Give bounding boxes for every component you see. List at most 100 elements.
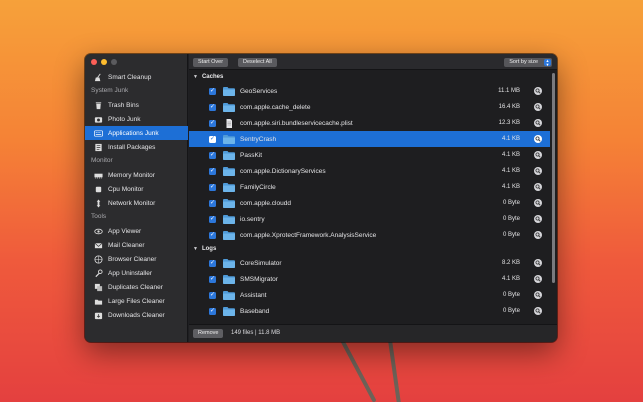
checkbox[interactable]: ✓ [209, 231, 216, 239]
item-name: Baseband [240, 307, 270, 315]
sidebar-item-label: Duplicates Cleaner [108, 283, 163, 291]
checkbox[interactable]: ✓ [209, 103, 216, 111]
sidebar-section-tools: Tools [91, 213, 107, 220]
checkbox[interactable]: ✓ [209, 119, 216, 127]
list-item[interactable]: ✓ com.apple.cloudd 0 Byte [189, 195, 550, 211]
selection-summary: 149 files | 11.8 MB [231, 330, 281, 336]
checkbox[interactable]: ✓ [209, 151, 216, 159]
item-name: com.apple.siri.bundleservicecache.plist [240, 119, 353, 127]
sidebar-section-system-junk: System Junk [91, 87, 129, 94]
sidebar-item-photo-junk[interactable]: Photo Junk [85, 112, 188, 126]
checkbox[interactable]: ✓ [209, 183, 216, 191]
close-window-button[interactable] [91, 59, 97, 65]
list-item[interactable]: ✓ com.apple.XprotectFramework.AnalysisSer… [189, 227, 550, 243]
list-item[interactable]: ✓ FamilyCircle 4.1 KB [189, 179, 550, 195]
reveal-in-finder-icon[interactable] [534, 307, 542, 315]
folder-icon [223, 230, 235, 240]
checkbox[interactable]: ✓ [209, 199, 216, 207]
sidebar-item-label: Browser Cleaner [108, 255, 157, 263]
reveal-in-finder-icon[interactable] [534, 167, 542, 175]
list-item[interactable]: ✓ Assistant 0 Byte [189, 287, 550, 303]
sidebar-item-applications-junk[interactable]: Applications Junk [85, 126, 188, 140]
disclosure-triangle-icon[interactable]: ▼ [193, 246, 198, 252]
sidebar-item-label: Smart Cleanup [108, 73, 152, 81]
reveal-in-finder-icon[interactable] [534, 231, 542, 239]
item-name: Assistant [240, 291, 267, 299]
reveal-in-finder-icon[interactable] [534, 135, 542, 143]
item-size: 4.1 KB [501, 152, 520, 158]
list-item[interactable]: ✓ GeoServices 11.1 MB [189, 83, 550, 99]
sidebar-item-duplicates-cleaner[interactable]: Duplicates Cleaner [85, 280, 188, 294]
folder-icon [223, 166, 235, 176]
scrollbar-thumb[interactable] [552, 73, 555, 283]
item-size: 4.1 KB [501, 276, 520, 282]
sidebar-item-app-viewer[interactable]: App Viewer [85, 224, 188, 238]
list-item[interactable]: ✓ com.apple.siri.bundleservicecache.plist… [189, 115, 550, 131]
sidebar-item-label: Install Packages [108, 143, 156, 151]
checkbox[interactable]: ✓ [209, 291, 216, 299]
zoom-window-button[interactable] [111, 59, 117, 65]
sidebar-item-browser-cleaner[interactable]: Browser Cleaner [85, 252, 188, 266]
folder-icon [223, 306, 235, 316]
sidebar-item-trash-bins[interactable]: Trash Bins [85, 98, 188, 112]
folder-icon [223, 150, 235, 160]
reveal-in-finder-icon[interactable] [534, 183, 542, 191]
sidebar-item-network-monitor[interactable]: Network Monitor [85, 196, 188, 210]
disclosure-triangle-icon[interactable]: ▼ [193, 74, 198, 80]
list-item[interactable]: ✓ Baseband 0 Byte [189, 303, 550, 319]
reveal-in-finder-icon[interactable] [534, 259, 542, 267]
reveal-in-finder-icon[interactable] [534, 119, 542, 127]
group-header-caches[interactable]: ▼ Caches [189, 71, 550, 83]
reveal-in-finder-icon[interactable] [534, 87, 542, 95]
sidebar-item-smart-cleanup[interactable]: Smart Cleanup [85, 70, 188, 84]
item-size: 0 Byte [502, 232, 520, 238]
item-size: 4.1 KB [501, 136, 520, 142]
sidebar-item-label: Downloads Cleaner [108, 311, 165, 319]
checkbox[interactable]: ✓ [209, 167, 216, 175]
scrollbar[interactable] [550, 71, 555, 324]
list-item[interactable]: ✓ io.sentry 0 Byte [189, 211, 550, 227]
checkbox[interactable]: ✓ [209, 215, 216, 223]
item-name: com.apple.cache_delete [240, 103, 311, 111]
checkbox[interactable]: ✓ [209, 307, 216, 315]
item-size: 0 Byte [502, 308, 520, 314]
checkbox[interactable]: ✓ [209, 275, 216, 283]
sidebar-item-install-packages[interactable]: Install Packages [85, 140, 188, 154]
reveal-in-finder-icon[interactable] [534, 151, 542, 159]
checkbox[interactable]: ✓ [209, 135, 216, 143]
sidebar-item-large-files-cleaner[interactable]: Large Files Cleaner [85, 294, 188, 308]
folder-icon [223, 102, 235, 112]
deselect-all-button[interactable]: Deselect All [238, 58, 277, 67]
reveal-in-finder-icon[interactable] [534, 275, 542, 283]
sidebar-item-label: Applications Junk [108, 129, 159, 137]
sort-arrows-icon: ▴ ▾ [544, 58, 551, 66]
list-item[interactable]: ✓ com.apple.cache_delete 16.4 KB [189, 99, 550, 115]
list-item[interactable]: ✓ PassKit 4.1 KB [189, 147, 550, 163]
browser-icon [94, 254, 103, 264]
sidebar-item-cpu-monitor[interactable]: Cpu Monitor [85, 182, 188, 196]
checkbox[interactable]: ✓ [209, 87, 216, 95]
sort-by-size-select[interactable]: Sort by size ▴ ▾ [504, 58, 552, 67]
reveal-in-finder-icon[interactable] [534, 291, 542, 299]
checkbox[interactable]: ✓ [209, 259, 216, 267]
reveal-in-finder-icon[interactable] [534, 199, 542, 207]
sidebar-item-mail-cleaner[interactable]: Mail Cleaner [85, 238, 188, 252]
list-item[interactable]: ✓ SMSMigrator 4.1 KB [189, 271, 550, 287]
list-item[interactable]: ✓ CoreSimulator 8.2 KB [189, 255, 550, 271]
item-size: 8.2 KB [501, 260, 520, 266]
reveal-in-finder-icon[interactable] [534, 215, 542, 223]
remove-button[interactable]: Remove [193, 329, 224, 338]
list-item[interactable]: ✓ SentryCrash 4.1 KB [189, 131, 550, 147]
sidebar-item-app-uninstaller[interactable]: App Uninstaller [85, 266, 188, 280]
start-over-button[interactable]: Start Over [193, 58, 229, 67]
sidebar-item-memory-monitor[interactable]: Memory Monitor [85, 168, 188, 182]
list-item[interactable]: ✓ com.apple.DictionaryServices 4.1 KB [189, 163, 550, 179]
duplicate-icon [94, 283, 103, 292]
group-title: Logs [201, 246, 217, 252]
reveal-in-finder-icon[interactable] [534, 103, 542, 111]
trash-icon [94, 101, 103, 110]
minimize-window-button[interactable] [101, 59, 107, 65]
group-header-logs[interactable]: ▼ Logs [189, 243, 550, 255]
item-size: 16.4 KB [498, 104, 520, 110]
sidebar-item-downloads-cleaner[interactable]: Downloads Cleaner [85, 308, 188, 322]
